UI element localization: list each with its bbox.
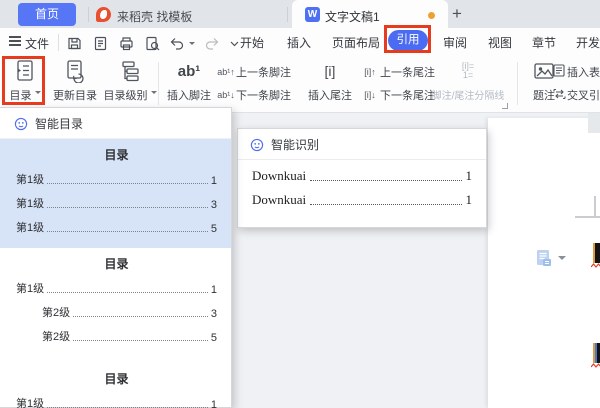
document-tab-title: 文字文稿1 bbox=[325, 8, 380, 25]
insert-endnote-label: 插入尾注 bbox=[303, 87, 357, 103]
smart-toc-header: 智能目录 bbox=[0, 108, 231, 139]
scrollbar-area[interactable] bbox=[588, 113, 600, 133]
insert-toa-button[interactable]: 插入表目录 bbox=[551, 63, 600, 80]
tab-start[interactable]: 开始 bbox=[240, 34, 264, 51]
toc-preview-row: 第1级1 bbox=[16, 171, 217, 187]
hamburger-menu-icon[interactable] bbox=[9, 36, 21, 46]
cross-reference-label: 交叉引用 bbox=[567, 87, 600, 103]
tab-view[interactable]: 视图 bbox=[488, 34, 512, 51]
toc-preview-row: 第1级3 bbox=[16, 195, 217, 211]
toc-level-label: 目录级别 bbox=[104, 90, 148, 102]
toc-preview-title: 目录 bbox=[16, 370, 217, 387]
toc-level-caret bbox=[151, 91, 157, 97]
tab-insert[interactable]: 插入 bbox=[287, 34, 311, 51]
tab-review[interactable]: 审阅 bbox=[443, 34, 467, 51]
insert-endnote-icon: [i] bbox=[325, 63, 336, 79]
redo-button[interactable] bbox=[204, 35, 221, 52]
toc-style-option-2[interactable]: 目录 第1级1 第2级3 第2级5 bbox=[0, 248, 231, 357]
footnote-separator-line-button: [i]= 1= 脚注/尾注分隔线 bbox=[424, 58, 512, 102]
cross-reference-button[interactable]: 交叉引用 bbox=[551, 86, 600, 103]
prev-footnote-icon: ab¹↑ bbox=[216, 67, 236, 77]
page-margin-corner-mark bbox=[575, 216, 600, 218]
toc-paste-options-button[interactable] bbox=[536, 249, 552, 267]
recognized-entry: Downkuai1 bbox=[252, 168, 472, 184]
tab-section[interactable]: 章节 bbox=[532, 34, 556, 51]
annotation-box-reference-tab bbox=[384, 25, 431, 53]
toc-level-button[interactable]: 目录级别 bbox=[103, 58, 157, 103]
update-toc-button[interactable]: 更新目录 bbox=[50, 58, 100, 103]
toc-preview-row: 第1级1 bbox=[16, 280, 217, 296]
toc-level-icon bbox=[103, 58, 157, 84]
tab-page-layout[interactable]: 页面布局 bbox=[332, 34, 380, 51]
clipped-document-text bbox=[593, 343, 600, 363]
toolbar-separator bbox=[58, 34, 59, 51]
toc-preview-row: 第1级1 bbox=[16, 395, 217, 408]
clipped-document-text bbox=[593, 243, 600, 263]
separator-line-icon: [i]= 1= bbox=[424, 58, 512, 84]
ribbon-group-separator bbox=[158, 62, 159, 105]
prev-footnote-button[interactable]: ab¹↑ 上一条脚注 bbox=[216, 63, 291, 80]
footnote-group-dialog-launcher[interactable] bbox=[502, 103, 508, 109]
update-toc-label: 更新目录 bbox=[50, 87, 100, 103]
insert-toa-label: 插入表目录 bbox=[567, 64, 600, 80]
cross-reference-icon bbox=[551, 88, 567, 102]
next-footnote-label: 下一条脚注 bbox=[236, 87, 291, 103]
insert-footnote-icon: ab¹ bbox=[178, 63, 201, 80]
save-button[interactable] bbox=[66, 35, 83, 52]
annotation-box-toc-button bbox=[2, 56, 45, 105]
docer-tab[interactable]: 来稻壳 找模板 bbox=[117, 8, 192, 25]
paste-options-caret[interactable] bbox=[558, 256, 566, 264]
new-tab-button[interactable]: + bbox=[452, 4, 462, 24]
toc-preview-title: 目录 bbox=[16, 255, 217, 272]
next-footnote-button[interactable]: ab¹↓ 下一条脚注 bbox=[216, 86, 291, 103]
tab-developer[interactable]: 开发工具 bbox=[576, 34, 600, 51]
unsaved-indicator-dot bbox=[428, 12, 435, 19]
home-tab[interactable]: 首页 bbox=[18, 3, 76, 26]
toc-dropdown-panel: 智能目录 目录 第1级1 第1级3 第1级5 目录 第1级1 第2级3 第2级5… bbox=[0, 107, 232, 408]
smart-toc-title: 智能目录 bbox=[35, 115, 83, 132]
toc-preview-row: 第1级5 bbox=[16, 219, 217, 235]
print-preview-button[interactable] bbox=[144, 35, 161, 52]
docer-logo-icon bbox=[96, 7, 111, 22]
wps-writer-icon: W bbox=[305, 7, 320, 22]
file-menu-button[interactable]: 文件 bbox=[25, 35, 49, 52]
update-toc-icon bbox=[50, 58, 100, 84]
recognized-entry: Downkuai1 bbox=[252, 192, 472, 208]
prev-endnote-icon: [i]↑ bbox=[360, 67, 380, 77]
smart-recognition-title: 智能识别 bbox=[271, 136, 319, 153]
ribbon-group-separator bbox=[517, 62, 518, 105]
toc-preview-title: 目录 bbox=[16, 146, 217, 163]
export-button[interactable] bbox=[92, 35, 109, 52]
smart-recognition-panel: 智能识别 Downkuai1 Downkuai1 bbox=[237, 128, 487, 228]
toc-style-option-1[interactable]: 目录 第1级1 第1级3 第1级5 bbox=[0, 139, 231, 248]
toc-preview-row: 第2级5 bbox=[16, 328, 217, 344]
undo-dropdown-caret[interactable] bbox=[189, 42, 195, 48]
next-footnote-icon: ab¹↓ bbox=[216, 90, 236, 100]
insert-endnote-button[interactable]: [i] 插入尾注 bbox=[303, 58, 357, 103]
spellcheck-squiggle bbox=[591, 363, 600, 368]
page-margin-corner-mark bbox=[594, 196, 596, 218]
tab-separator bbox=[287, 7, 288, 22]
print-button[interactable] bbox=[118, 35, 135, 52]
toc-style-option-3[interactable]: 目录 第1级1 第2级3 bbox=[0, 363, 231, 408]
smart-face-icon bbox=[250, 138, 264, 152]
smart-face-icon bbox=[14, 117, 28, 131]
insert-footnote-label: 插入脚注 bbox=[163, 87, 215, 103]
undo-button[interactable] bbox=[168, 35, 185, 52]
insert-toa-icon bbox=[551, 64, 567, 79]
tab-separator bbox=[88, 7, 89, 22]
spellcheck-squiggle bbox=[591, 263, 600, 268]
separator-line-label: 脚注/尾注分隔线 bbox=[424, 87, 512, 102]
insert-footnote-button[interactable]: ab¹ 插入脚注 bbox=[163, 58, 215, 103]
window-tab-bar: 首页 来稻壳 找模板 W 文字文稿1 + bbox=[0, 0, 600, 28]
next-endnote-icon: [i]↓ bbox=[360, 90, 380, 100]
prev-footnote-label: 上一条脚注 bbox=[236, 64, 291, 80]
toc-preview-row: 第2级3 bbox=[16, 304, 217, 320]
